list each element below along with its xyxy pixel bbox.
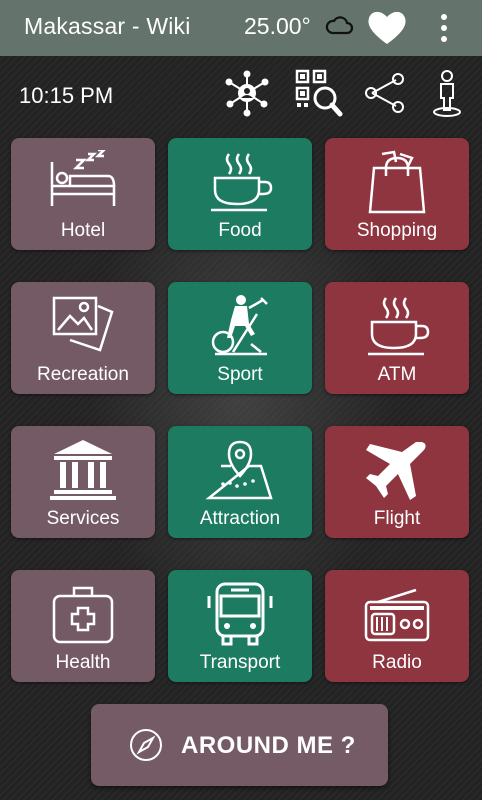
tile-label: Recreation bbox=[37, 364, 129, 385]
current-time: 10:15 PM bbox=[19, 83, 114, 108]
tile-label: Health bbox=[55, 652, 111, 673]
cloud-icon[interactable] bbox=[324, 13, 354, 37]
tile-sport[interactable]: Sport bbox=[168, 282, 312, 394]
shopping-bag-icon bbox=[368, 150, 426, 214]
tile-label: Flight bbox=[373, 508, 421, 529]
pictures-icon bbox=[52, 296, 114, 352]
map-pin-icon bbox=[205, 440, 273, 500]
heart-icon[interactable] bbox=[366, 8, 408, 46]
network-icon[interactable] bbox=[222, 68, 272, 118]
tile-label: ATM bbox=[377, 364, 417, 385]
tile-attraction[interactable]: Attraction bbox=[168, 426, 312, 538]
more-vert-icon[interactable] bbox=[432, 10, 456, 46]
tile-radio[interactable]: Radio bbox=[325, 570, 469, 682]
coffee-cup-icon bbox=[211, 153, 273, 212]
tile-label: Shopping bbox=[356, 220, 438, 241]
coffee-cup-icon bbox=[368, 297, 430, 356]
tile-label: Hotel bbox=[60, 220, 106, 241]
airplane-icon bbox=[366, 442, 426, 500]
exercise-bike-icon bbox=[211, 295, 268, 356]
share-icon[interactable] bbox=[360, 68, 410, 118]
tile-health[interactable]: Health bbox=[11, 570, 155, 682]
tile-services[interactable]: Services bbox=[11, 426, 155, 538]
tile-label: Radio bbox=[372, 652, 422, 673]
tile-label: Attraction bbox=[199, 508, 281, 529]
around-me-button[interactable]: AROUND ME ? bbox=[91, 704, 388, 786]
app-title: Makassar - Wiki bbox=[24, 13, 191, 39]
person-location-icon[interactable] bbox=[422, 68, 472, 118]
radio-icon bbox=[364, 588, 430, 642]
tile-transport[interactable]: Transport bbox=[168, 570, 312, 682]
tile-shopping[interactable]: Shopping bbox=[325, 138, 469, 250]
tile-label: Sport bbox=[217, 364, 263, 385]
temperature-readout: 25.00° bbox=[244, 13, 311, 39]
tile-flight[interactable]: Flight bbox=[325, 426, 469, 538]
bed-icon bbox=[50, 150, 116, 206]
status-row: 10:15 PM bbox=[0, 60, 482, 130]
around-me-label: AROUND ME ? bbox=[181, 732, 356, 759]
app-bar: Makassar - Wiki 25.00° bbox=[0, 0, 482, 56]
tile-atm[interactable]: ATM bbox=[325, 282, 469, 394]
compass-icon bbox=[130, 729, 162, 761]
qr-search-icon[interactable] bbox=[294, 68, 344, 118]
tile-food[interactable]: Food bbox=[168, 138, 312, 250]
tile-label: Transport bbox=[199, 652, 281, 673]
bank-building-icon bbox=[50, 440, 116, 500]
tile-label: Food bbox=[218, 220, 262, 241]
tile-hotel[interactable]: Hotel bbox=[11, 138, 155, 250]
bus-icon bbox=[207, 582, 273, 646]
tile-label: Services bbox=[46, 508, 120, 529]
first-aid-kit-icon bbox=[52, 586, 114, 644]
tile-recreation[interactable]: Recreation bbox=[11, 282, 155, 394]
